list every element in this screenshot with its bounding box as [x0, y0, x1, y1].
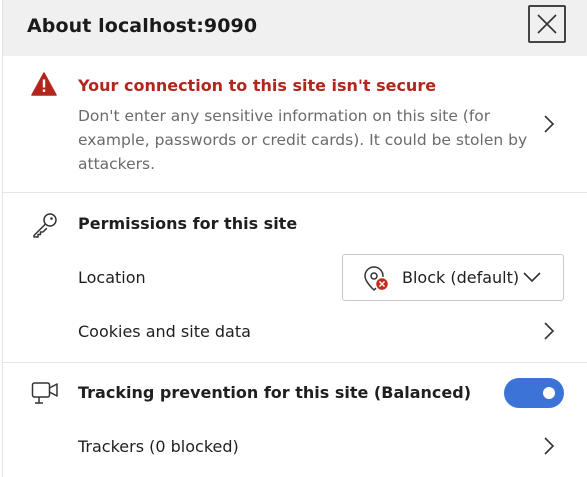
location-blocked-icon	[364, 266, 390, 292]
location-permission-dropdown[interactable]: Block (default)	[342, 254, 564, 301]
chevron-right-icon	[544, 322, 555, 340]
close-button[interactable]	[528, 5, 566, 43]
warning-triangle-icon	[31, 72, 57, 96]
close-icon	[537, 14, 557, 34]
divider	[3, 192, 587, 193]
location-label: Location	[78, 268, 146, 287]
site-info-panel: About localhost:9090 Your connection to …	[2, 0, 587, 477]
panel-header: About localhost:9090	[3, 0, 587, 56]
location-dropdown-value: Block (default)	[402, 268, 520, 287]
permissions-title: Permissions for this site	[78, 214, 298, 233]
warning-title: Your connection to this site isn't secur…	[78, 76, 437, 95]
key-icon	[33, 213, 57, 238]
trackers-label: Trackers (0 blocked)	[78, 437, 239, 456]
chevron-right-icon	[544, 115, 555, 133]
chevron-down-icon	[523, 272, 541, 283]
cookies-label: Cookies and site data	[78, 322, 251, 341]
panel-title: About localhost:9090	[27, 15, 258, 37]
warning-description: Don't enter any sensitive information on…	[78, 107, 528, 173]
divider	[3, 362, 587, 363]
chevron-right-icon	[544, 437, 555, 455]
camera-icon	[31, 382, 58, 404]
tracking-prevention-toggle[interactable]	[504, 378, 564, 408]
tracking-prevention-title: Tracking prevention for this site (Balan…	[78, 383, 472, 402]
toggle-knob	[543, 387, 555, 399]
